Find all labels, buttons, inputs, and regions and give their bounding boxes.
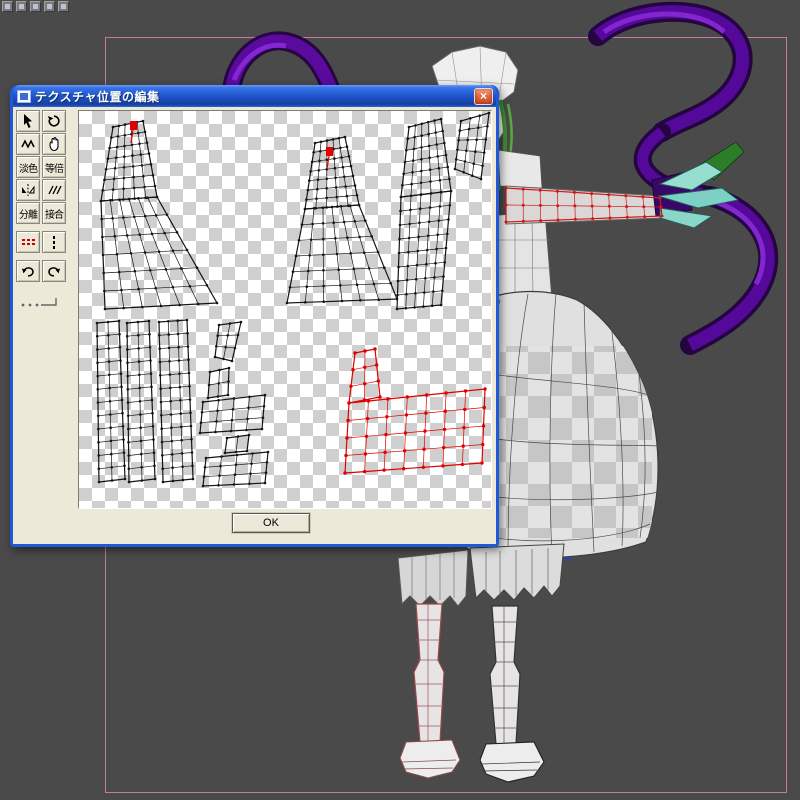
undo-icon	[22, 267, 34, 277]
uv-island-shoes-and-parts[interactable]	[198, 320, 270, 488]
app-mini-icon[interactable]	[30, 1, 41, 12]
uv-island-collar-piece[interactable]	[453, 111, 491, 181]
red-edge-tool[interactable]	[16, 231, 40, 253]
select-tool[interactable]	[16, 110, 40, 132]
uv-island-dress-back[interactable]	[395, 117, 453, 311]
app-mini-icon[interactable]	[2, 1, 13, 12]
separate-button[interactable]: 分離	[16, 202, 40, 224]
close-button[interactable]: ×	[474, 87, 493, 105]
vertex-line-tool[interactable]	[42, 231, 66, 253]
app-mini-icon[interactable]	[58, 1, 69, 12]
snap-guide-icon	[21, 298, 57, 307]
texture-edit-dialog: テクスチャ位置の編集 × 淡色 等倍 分離 接合 OK	[10, 85, 499, 547]
vertical-dashes-icon	[53, 236, 55, 249]
red-dashes-icon	[22, 239, 35, 245]
snap-guide-tool[interactable]	[16, 295, 66, 311]
skirt-ruffles	[397, 543, 565, 607]
pan-tool[interactable]	[42, 133, 66, 155]
ok-button[interactable]: OK	[232, 513, 310, 533]
rotate-view-tool[interactable]	[42, 110, 66, 132]
zoom-tool[interactable]	[16, 133, 40, 155]
app-mini-icon[interactable]	[44, 1, 55, 12]
zoom-icon	[21, 139, 35, 149]
uv-tool-palette: 淡色 等倍 分離 接合	[16, 110, 70, 311]
mirror-icon	[22, 184, 35, 196]
dialog-body: 淡色 等倍 分離 接合 OK	[13, 107, 496, 544]
shoe-left	[399, 739, 461, 779]
uv-island-selected-sleeve[interactable]	[343, 347, 487, 475]
redo-tool[interactable]	[42, 260, 66, 282]
dim-colors-button[interactable]: 淡色	[16, 156, 40, 178]
shear-icon	[48, 185, 62, 195]
undo-tool[interactable]	[16, 260, 40, 282]
cursor-icon	[24, 114, 32, 128]
uv-island-legs[interactable]	[95, 318, 195, 484]
uv-island-dress-front-mid[interactable]	[285, 135, 399, 305]
shear-tool[interactable]	[42, 179, 66, 201]
actual-size-button[interactable]: 等倍	[42, 156, 66, 178]
leg-right	[479, 605, 545, 783]
uv-mesh-overlay	[95, 111, 491, 488]
app-mini-toolbar	[2, 1, 69, 12]
dialog-title: テクスチャ位置の編集	[35, 89, 160, 104]
hand-icon	[49, 137, 59, 152]
dialog-titlebar[interactable]: テクスチャ位置の編集 ×	[13, 85, 496, 107]
join-button[interactable]: 接合	[42, 202, 66, 224]
leg-left	[399, 603, 461, 779]
app-mini-icon[interactable]	[16, 1, 27, 12]
uv-editor-canvas[interactable]	[78, 110, 492, 509]
dialog-icon	[17, 89, 31, 103]
rotate-icon	[47, 115, 60, 127]
redo-icon	[48, 267, 60, 277]
character-torso	[489, 149, 553, 301]
mirror-tool[interactable]	[16, 179, 40, 201]
uv-island-dress-front-left[interactable]	[99, 119, 219, 311]
